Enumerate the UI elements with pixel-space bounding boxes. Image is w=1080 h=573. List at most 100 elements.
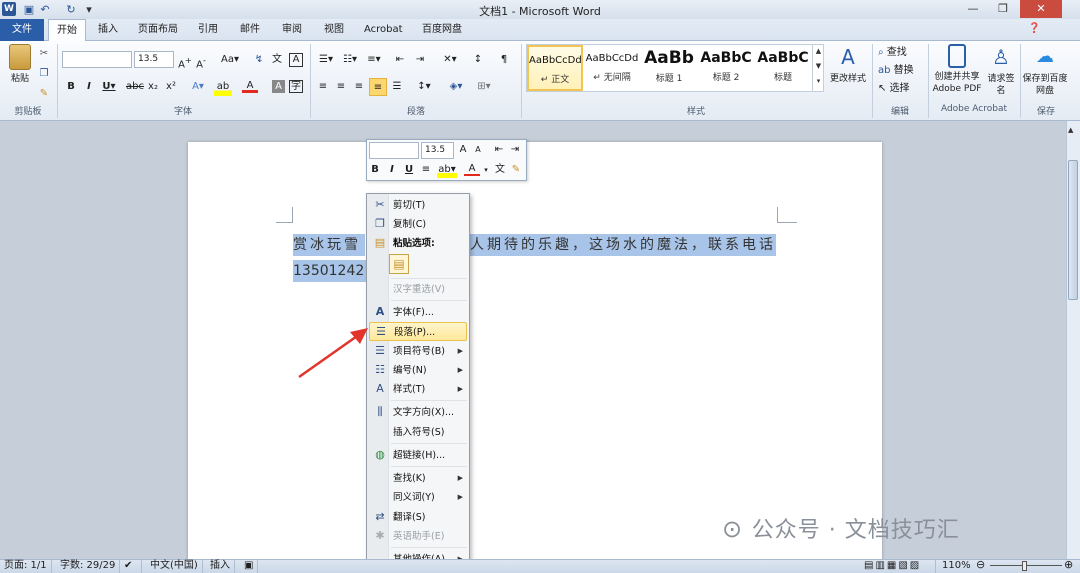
help-icon[interactable]: ❓	[1028, 23, 1040, 34]
increase-indent-icon[interactable]: ⇥	[412, 51, 428, 69]
menu-item-copy[interactable]: ❐ 复制(C)	[369, 215, 467, 234]
style-title[interactable]: AaBbC 标题	[755, 45, 811, 91]
tab-page-layout[interactable]: 页面布局	[130, 19, 186, 41]
font-color-icon[interactable]: A	[242, 78, 258, 93]
tab-view[interactable]: 视图	[316, 19, 352, 41]
grow-font-icon[interactable]: A+	[178, 51, 192, 70]
underline-button[interactable]: U	[403, 162, 415, 178]
restore-button[interactable]: ❐	[990, 0, 1016, 18]
word-count[interactable]: 字数: 29/29	[56, 559, 121, 573]
decrease-indent-icon[interactable]: ⇤	[392, 51, 408, 69]
create-pdf-button[interactable]: 创建并共享 Adobe PDF	[930, 44, 984, 95]
highlight-color-icon[interactable]: ab▾	[437, 162, 457, 178]
align-center-icon[interactable]: ≡	[334, 78, 348, 96]
select-button[interactable]: ↖ 选择	[878, 80, 926, 98]
selected-text[interactable]: 赏冰玩雪	[293, 234, 365, 256]
font-name-combo[interactable]	[62, 51, 132, 68]
copy-icon[interactable]: ❐	[36, 65, 52, 83]
clear-format-icon[interactable]: ↯	[252, 51, 266, 69]
underline-button[interactable]: U▾	[100, 78, 118, 96]
tab-home[interactable]: 开始	[48, 19, 86, 42]
menu-item-styles[interactable]: A 样式(T) ▶	[369, 380, 467, 399]
bold-button[interactable]: B	[64, 78, 78, 96]
tab-file[interactable]: 文件	[0, 19, 44, 41]
borders-icon[interactable]: ⊞▾	[474, 78, 494, 96]
replace-button[interactable]: ab 替换	[878, 62, 926, 80]
scroll-up-icon[interactable]: ▲	[1068, 126, 1073, 134]
shading-icon[interactable]: ◈▾	[446, 78, 466, 96]
paste-button[interactable]: 粘贴	[4, 44, 36, 85]
scroll-thumb[interactable]	[1068, 160, 1078, 300]
menu-item-synonyms[interactable]: 同义词(Y) ▶	[369, 488, 467, 507]
subscript-button[interactable]: x₂	[146, 78, 160, 96]
proofing-icon[interactable]: ✔	[120, 559, 142, 573]
zoom-level[interactable]: 110%	[938, 559, 975, 573]
style-gallery-scroll[interactable]: ▲ ▼ ▾	[812, 44, 824, 92]
italic-button[interactable]: I	[386, 162, 398, 178]
mini-font-size[interactable]: 13.5	[421, 142, 454, 159]
find-button[interactable]: ⌕ 查找	[878, 44, 926, 62]
tab-insert[interactable]: 插入	[90, 19, 126, 41]
menu-item-bullets[interactable]: ☰ 项目符号(B) ▶	[369, 342, 467, 361]
menu-item-insert-symbol[interactable]: 插入符号(S)	[369, 423, 467, 442]
decrease-indent-icon[interactable]: ⇤	[493, 142, 505, 158]
style-heading-1[interactable]: AaBb 标题 1	[641, 45, 697, 91]
menu-item-translate[interactable]: ⇄ 翻译(S)	[369, 508, 467, 527]
justify-icon[interactable]: ≡	[369, 78, 387, 96]
insert-mode[interactable]: 插入	[206, 559, 235, 573]
sort-icon[interactable]: ↕	[470, 51, 486, 69]
tab-references[interactable]: 引用	[190, 19, 226, 41]
zoom-slider-thumb[interactable]	[1022, 561, 1027, 571]
save-icon[interactable]: ▣	[22, 1, 36, 18]
paste-keep-text-icon[interactable]: ▤	[389, 254, 409, 274]
change-case-icon[interactable]: Aa▾	[220, 51, 240, 69]
font-color-icon[interactable]: A	[464, 162, 480, 176]
undo-icon[interactable]: ↶	[38, 1, 52, 18]
cut-icon[interactable]: ✂	[36, 45, 52, 63]
italic-button[interactable]: I	[82, 78, 96, 96]
customize-qat-icon[interactable]: ▾	[82, 1, 96, 18]
save-to-baidu-button[interactable]: ☁ 保存到百度网盘	[1022, 44, 1068, 97]
zoom-in-icon[interactable]: ⊕	[1064, 558, 1073, 571]
menu-item-text-direction[interactable]: ⫼ 文字方向(X)...	[369, 403, 467, 422]
zoom-out-icon[interactable]: ⊖	[976, 558, 985, 571]
distributed-icon[interactable]: ☰	[390, 78, 404, 96]
language-status[interactable]: 中文(中国)	[146, 559, 203, 573]
line-spacing-icon[interactable]: ↕▾	[414, 78, 434, 96]
page-count[interactable]: 页面: 1/1	[0, 559, 52, 573]
center-icon[interactable]: ≡	[420, 162, 432, 178]
redo-icon[interactable]: ↻	[64, 1, 78, 18]
char-border-icon[interactable]: A	[289, 53, 303, 67]
font-size-combo[interactable]: 13.5	[134, 51, 174, 68]
chinese-layout-icon[interactable]: ✕▾	[440, 51, 460, 69]
bullets-icon[interactable]: ☰▾	[316, 51, 336, 69]
style-heading-2[interactable]: AaBbC 标题 2	[698, 45, 754, 91]
format-painter-icon[interactable]: ✎	[510, 162, 522, 178]
font-color-dropdown-icon[interactable]: ▾	[482, 162, 490, 178]
menu-item-paragraph[interactable]: ☰ 段落(P)...	[369, 322, 467, 341]
align-left-icon[interactable]: ≡	[316, 78, 330, 96]
minimize-button[interactable]: —	[960, 0, 986, 18]
tab-mailings[interactable]: 邮件	[232, 19, 268, 41]
menu-item-font[interactable]: A 字体(F)...	[369, 303, 467, 322]
request-sign-button[interactable]: ♙ 请求签名	[984, 44, 1018, 97]
shrink-font-icon[interactable]: A	[472, 142, 484, 158]
format-painter-icon[interactable]: ✎	[36, 85, 52, 103]
highlight-color-icon[interactable]: ab	[214, 78, 232, 96]
align-right-icon[interactable]: ≡	[352, 78, 366, 96]
menu-item-lookup[interactable]: 查找(K) ▶	[369, 469, 467, 488]
tab-baidu-pan[interactable]: 百度网盘	[414, 19, 470, 41]
style-no-spacing[interactable]: AaBbCcDd ↵ 无间隔	[584, 45, 640, 91]
multilevel-list-icon[interactable]: ≡▾	[364, 51, 384, 69]
numbering-icon[interactable]: ☷▾	[340, 51, 360, 69]
menu-item-cut[interactable]: ✂ 剪切(T)	[369, 196, 467, 215]
tab-acrobat[interactable]: Acrobat	[356, 19, 411, 41]
macro-record-icon[interactable]: ▣	[240, 559, 258, 573]
char-shading-icon[interactable]: A	[272, 80, 285, 93]
phonetic-guide-icon[interactable]: 文	[494, 162, 506, 178]
bold-button[interactable]: B	[369, 162, 381, 178]
selected-text[interactable]: 13501242	[293, 260, 366, 282]
change-styles-button[interactable]: A 更改样式	[826, 44, 870, 85]
style-normal[interactable]: AaBbCcDd ↵ 正文	[527, 45, 583, 91]
menu-item-hyperlink[interactable]: ◍ 超链接(H)...	[369, 446, 467, 465]
